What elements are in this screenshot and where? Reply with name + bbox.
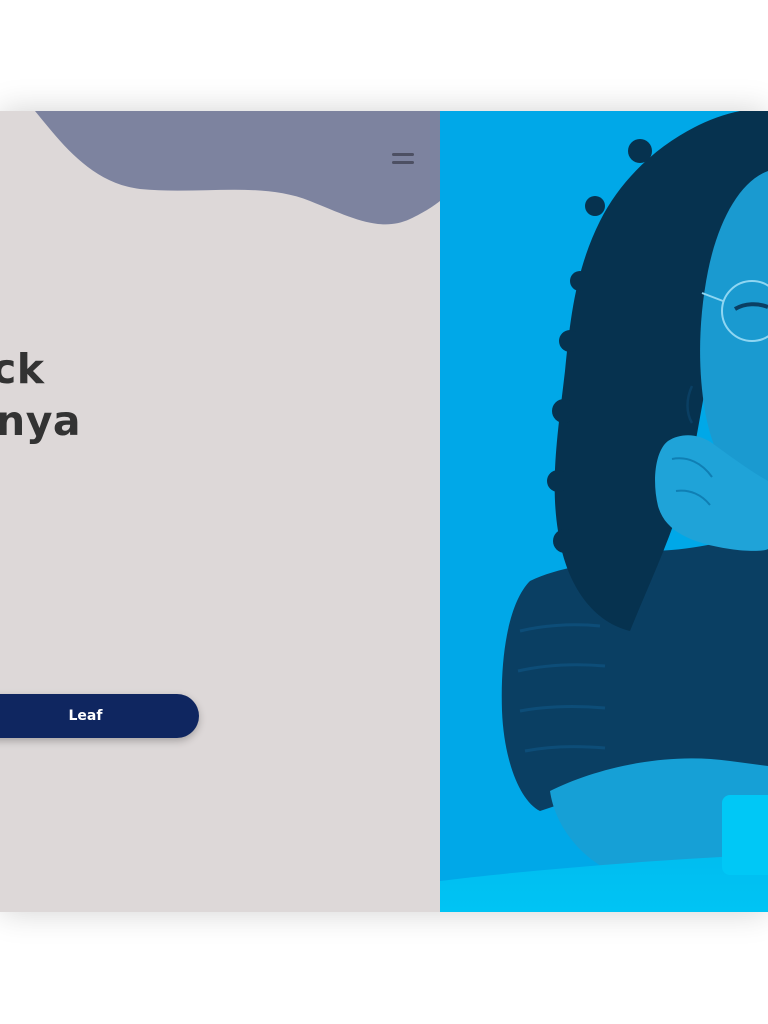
hamburger-menu-icon-bar (392, 161, 414, 164)
hero-photo-panel (440, 111, 768, 912)
portrait-photo (440, 111, 768, 912)
hamburger-menu-icon (392, 153, 414, 156)
leaf-cta-button[interactable]: Leaf (0, 694, 199, 738)
hamburger-menu-button[interactable] (390, 151, 418, 171)
decorative-blob-shape (35, 111, 440, 225)
hero-left-panel: ck nya Leaf (0, 111, 440, 912)
page-frame: ck nya Leaf (0, 111, 768, 912)
hero-headline-line-2: nya (0, 397, 82, 445)
hero-headline-line-1: ck (0, 345, 45, 393)
